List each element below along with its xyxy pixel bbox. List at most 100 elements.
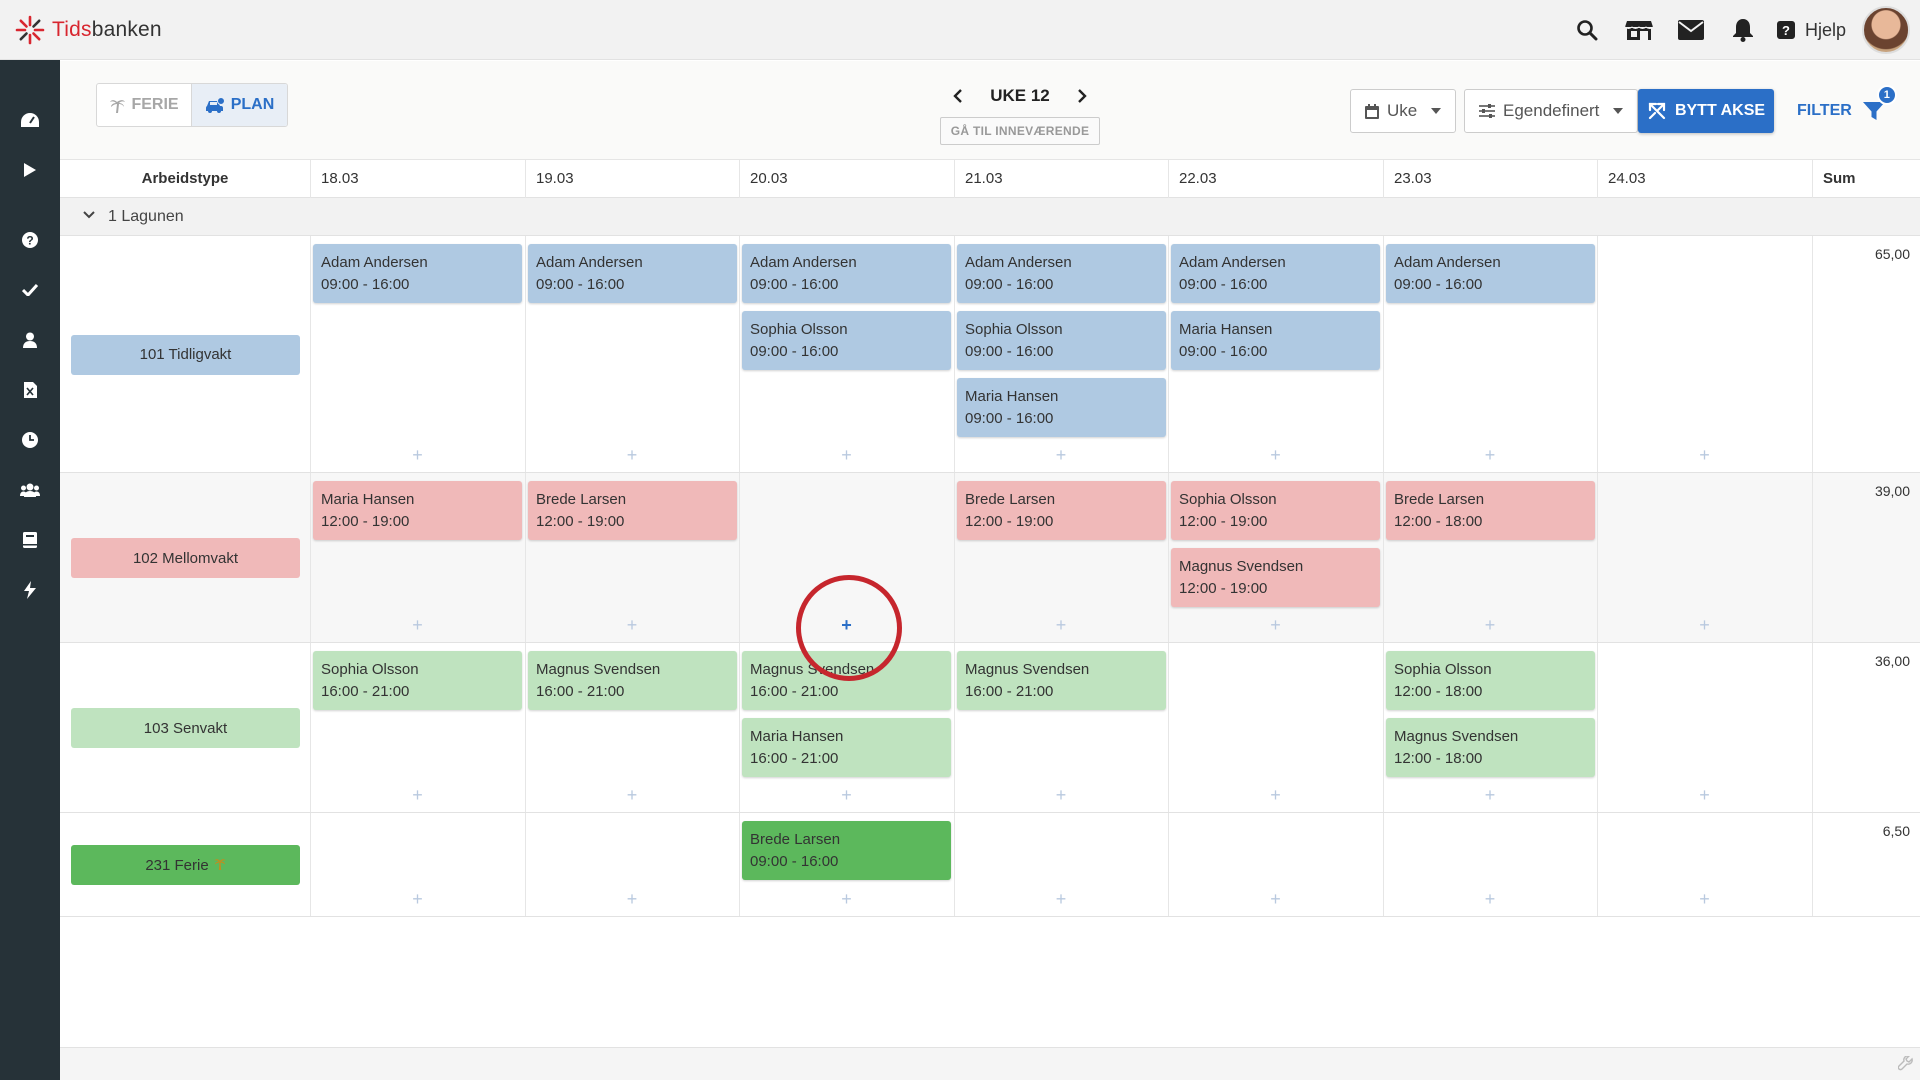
user-avatar[interactable] [1862, 6, 1910, 54]
add-shift-button[interactable]: + [839, 446, 855, 464]
add-shift-button[interactable]: + [1053, 446, 1069, 464]
add-shift-button[interactable]: + [624, 890, 640, 908]
add-shift-button[interactable]: + [1482, 616, 1498, 634]
shift-card[interactable]: Maria Hansen 12:00 - 19:00 [313, 481, 522, 540]
play-icon[interactable] [0, 150, 60, 190]
work-type-badge[interactable]: 103 Senvakt [71, 708, 300, 748]
filter-label: FILTER [1797, 102, 1852, 119]
add-shift-button[interactable]: + [624, 786, 640, 804]
check-icon[interactable] [0, 270, 60, 310]
shift-employee-name: Brede Larsen [965, 491, 1056, 508]
add-shift-button[interactable]: + [1482, 446, 1498, 464]
shift-card[interactable]: Adam Andersen 09:00 - 16:00 [1171, 244, 1380, 303]
logo[interactable]: Tidsbanken [14, 0, 162, 60]
help-link[interactable]: ? Hjelp [1769, 0, 1862, 60]
add-shift-button[interactable]: + [1268, 446, 1284, 464]
shift-card[interactable]: Adam Andersen 09:00 - 16:00 [742, 244, 951, 303]
group-row[interactable]: 1 Lagunen [60, 198, 1920, 236]
add-shift-button[interactable]: + [410, 446, 426, 464]
shift-card[interactable]: Brede Larsen 09:00 - 16:00 [742, 821, 951, 880]
add-shift-button[interactable]: + [1053, 786, 1069, 804]
add-shift-button[interactable]: + [1268, 786, 1284, 804]
work-type-badge[interactable]: 102 Mellomvakt [71, 538, 300, 578]
shift-card[interactable]: Adam Andersen 09:00 - 16:00 [528, 244, 737, 303]
shift-employee-name: Adam Andersen [321, 254, 428, 271]
shift-card[interactable]: Sophia Olsson 09:00 - 16:00 [742, 311, 951, 370]
shift-employee-name: Sophia Olsson [965, 321, 1063, 338]
book-icon[interactable] [0, 520, 60, 560]
add-shift-button[interactable]: + [839, 786, 855, 804]
work-type-badge[interactable]: 231 Ferie [71, 845, 300, 885]
add-shift-button[interactable]: + [1268, 616, 1284, 634]
shift-card[interactable]: Brede Larsen 12:00 - 18:00 [1386, 481, 1595, 540]
prev-week-chevron-left-icon[interactable] [944, 81, 972, 111]
add-shift-button[interactable]: + [1697, 616, 1713, 634]
shift-card[interactable]: Magnus Svendsen 16:00 - 21:00 [957, 651, 1166, 710]
add-shift-button[interactable]: + [1482, 890, 1498, 908]
shift-time: 09:00 - 16:00 [750, 343, 839, 360]
shift-card[interactable]: Sophia Olsson 09:00 - 16:00 [957, 311, 1166, 370]
goto-current-week-button[interactable]: GÅ TIL INNEVÆRENDE [939, 117, 1101, 145]
work-type-badge[interactable]: 101 Tidligvakt [71, 334, 300, 375]
add-shift-button[interactable]: + [1697, 446, 1713, 464]
ferie-label: FERIE [131, 96, 179, 113]
lightning-icon[interactable] [0, 570, 60, 610]
bell-icon[interactable] [1717, 0, 1769, 60]
shift-time: 09:00 - 16:00 [1394, 276, 1483, 293]
shift-card[interactable]: Magnus Svendsen 16:00 - 21:00 [528, 651, 737, 710]
dashboard-icon[interactable] [0, 100, 60, 140]
wrench-icon[interactable] [1898, 1056, 1914, 1072]
add-shift-button[interactable]: + [410, 616, 426, 634]
shift-card[interactable]: Brede Larsen 12:00 - 19:00 [528, 481, 737, 540]
users-icon[interactable] [0, 470, 60, 510]
search-icon[interactable] [1561, 0, 1613, 60]
add-shift-button[interactable]: + [624, 446, 640, 464]
shift-card[interactable]: Sophia Olsson 12:00 - 19:00 [1171, 481, 1380, 540]
plan-mode-button[interactable]: PLAN [191, 84, 287, 126]
add-shift-button[interactable]: + [1053, 890, 1069, 908]
column-divider [310, 643, 311, 812]
shift-employee-name: Maria Hansen [965, 388, 1059, 405]
add-shift-button[interactable]: + [410, 786, 426, 804]
shift-card[interactable]: Magnus Svendsen 12:00 - 19:00 [1171, 548, 1380, 607]
shift-card[interactable]: Adam Andersen 09:00 - 16:00 [957, 244, 1166, 303]
shift-card[interactable]: Sophia Olsson 12:00 - 18:00 [1386, 651, 1595, 710]
shift-employee-name: Brede Larsen [536, 491, 627, 508]
shift-card[interactable]: Sophia Olsson 16:00 - 21:00 [313, 651, 522, 710]
add-shift-button[interactable]: + [1697, 786, 1713, 804]
next-week-chevron-right-icon[interactable] [1068, 81, 1096, 111]
store-icon[interactable] [1613, 0, 1665, 60]
excel-file-icon[interactable] [0, 370, 60, 410]
swap-axis-button[interactable]: BYTT AKSE [1638, 89, 1774, 133]
column-divider [1168, 643, 1169, 812]
shift-card[interactable]: Maria Hansen 09:00 - 16:00 [957, 378, 1166, 437]
mail-icon[interactable] [1665, 0, 1717, 60]
shift-employee-name: Adam Andersen [536, 254, 643, 271]
add-shift-button[interactable]: + [624, 616, 640, 634]
add-shift-button[interactable]: + [1697, 890, 1713, 908]
shift-card[interactable]: Adam Andersen 09:00 - 16:00 [1386, 244, 1595, 303]
shift-card[interactable]: Maria Hansen 16:00 - 21:00 [742, 718, 951, 777]
column-divider [1383, 236, 1384, 472]
add-shift-button[interactable]: + [1053, 616, 1069, 634]
filter-button[interactable]: FILTER 1 [1797, 85, 1897, 133]
view-select[interactable]: Uke [1350, 89, 1457, 133]
shift-card[interactable]: Magnus Svendsen 12:00 - 18:00 [1386, 718, 1595, 777]
shift-card[interactable]: Brede Larsen 12:00 - 19:00 [957, 481, 1166, 540]
top-bar: Tidsbanken ? Hjelp [0, 0, 1920, 60]
add-shift-button[interactable]: + [410, 890, 426, 908]
user-icon[interactable] [0, 320, 60, 360]
clock-icon[interactable] [0, 420, 60, 460]
shift-employee-name: Sophia Olsson [321, 661, 419, 678]
ferie-mode-button[interactable]: FERIE [97, 84, 191, 126]
chevron-down-icon[interactable] [82, 210, 96, 220]
question-icon[interactable]: ? [0, 220, 60, 260]
shift-time: 09:00 - 16:00 [965, 410, 1054, 427]
shift-card[interactable]: Adam Andersen 09:00 - 16:00 [313, 244, 522, 303]
shift-time: 16:00 - 21:00 [965, 683, 1054, 700]
shift-card[interactable]: Maria Hansen 09:00 - 16:00 [1171, 311, 1380, 370]
add-shift-button[interactable]: + [1482, 786, 1498, 804]
custom-filter-select[interactable]: Egendefinert [1464, 89, 1639, 133]
add-shift-button[interactable]: + [1268, 890, 1284, 908]
add-shift-button[interactable]: + [839, 890, 855, 908]
